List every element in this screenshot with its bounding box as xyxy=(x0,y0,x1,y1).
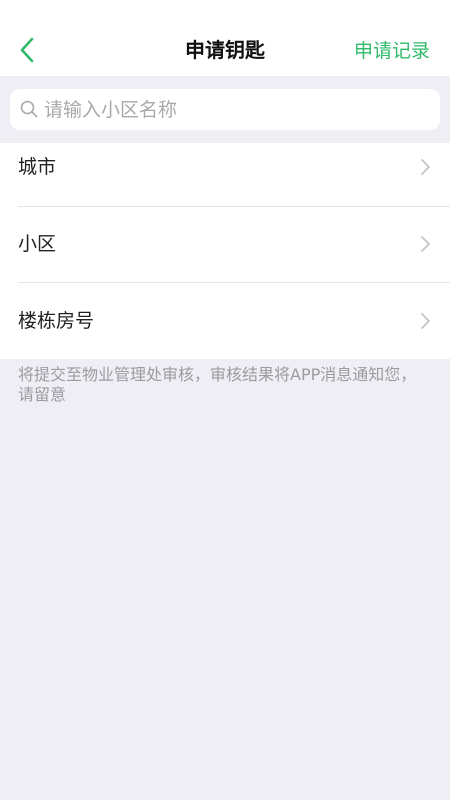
navigation-bar: 申请钥匙 申请记录 xyxy=(0,0,450,76)
chevron-right-icon xyxy=(421,159,430,175)
search-icon xyxy=(20,100,38,118)
building-room-row[interactable]: 楼栋房号 xyxy=(0,283,450,359)
application-records-button[interactable]: 申请记录 xyxy=(354,38,430,64)
search-bar[interactable] xyxy=(10,89,440,130)
chevron-right-icon xyxy=(421,313,430,329)
chevron-right-icon xyxy=(421,236,430,252)
city-label: 城市 xyxy=(18,156,57,178)
search-input[interactable] xyxy=(44,89,429,130)
search-section xyxy=(0,76,450,143)
review-notice: 将提交至物业管理处审核，审核结果将APP消息通知您，请留意 xyxy=(18,365,417,404)
building-room-label: 楼栋房号 xyxy=(18,310,95,332)
community-label: 小区 xyxy=(18,233,57,255)
community-row[interactable]: 小区 xyxy=(0,207,450,283)
key-application-form: 城市 小区 楼栋房号 xyxy=(0,143,450,359)
